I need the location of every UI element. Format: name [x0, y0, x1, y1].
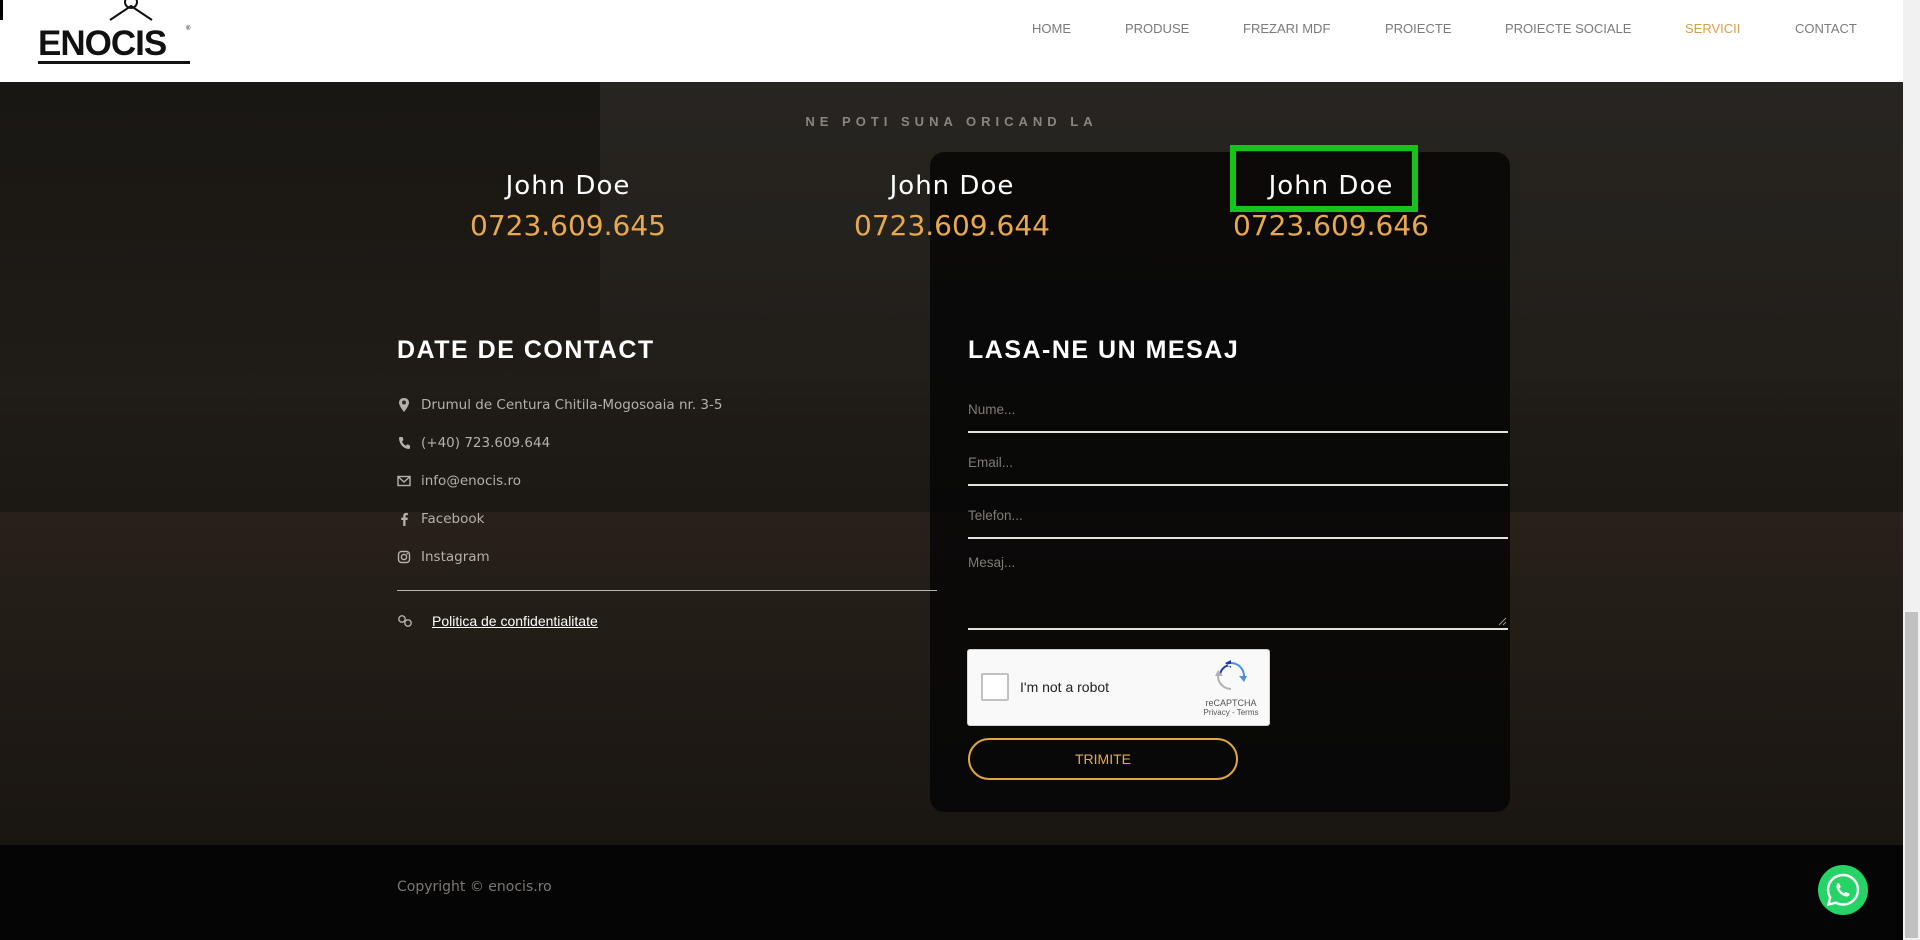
copyright-text: Copyright © enocis.ro	[397, 879, 552, 895]
phone-field[interactable]: Telefon...	[968, 508, 1508, 540]
phone-field-underline	[968, 537, 1508, 539]
envelope-icon	[397, 475, 411, 487]
message-placeholder: Mesaj...	[968, 555, 1016, 570]
contact-divider	[397, 590, 937, 591]
whatsapp-icon[interactable]	[1817, 864, 1869, 916]
instagram-icon	[397, 550, 411, 564]
form-section-title: LASA-NE UN MESAJ	[968, 336, 1240, 364]
name-field[interactable]: Nume...	[968, 402, 1508, 434]
phone-placeholder: Telefon...	[968, 508, 1023, 523]
nav-item-contact[interactable]: CONTACT	[1795, 21, 1857, 36]
email-field-underline	[968, 484, 1508, 486]
nav-item-proiecte-sociale[interactable]: PROIECTE SOCIALE	[1505, 21, 1631, 36]
contact-section-title: DATE DE CONTACT	[397, 336, 655, 364]
nav-item-proiecte[interactable]: PROIECTE	[1385, 21, 1451, 36]
main-nav: HOME PRODUSE FREZARI MDF PROIECTE PROIEC…	[0, 21, 1903, 41]
logo-underline	[38, 61, 190, 64]
recaptcha-brand-name: reCAPTCHA	[1205, 698, 1257, 708]
person-name: John Doe	[505, 171, 631, 201]
email-placeholder: Email...	[968, 455, 1014, 470]
phone-text[interactable]: (+40) 723.609.644	[421, 435, 550, 451]
recaptcha-checkbox[interactable]	[981, 673, 1009, 701]
site-footer: Copyright © enocis.ro	[0, 845, 1903, 940]
nav-item-frezari-mdf[interactable]: FREZARI MDF	[1243, 21, 1330, 36]
contact-person: John Doe 0723.609.645	[448, 168, 688, 248]
message-field-underline	[968, 628, 1508, 630]
recaptcha-logo-icon	[1215, 660, 1247, 690]
corner-mark	[0, 0, 3, 20]
name-placeholder: Nume...	[968, 402, 1016, 417]
instagram-link[interactable]: Instagram	[421, 549, 490, 565]
email-field[interactable]: Email...	[968, 455, 1508, 487]
map-pin-icon	[399, 398, 409, 412]
address-text: Drumul de Centura Chitila-Mogosoaia nr. …	[421, 397, 723, 413]
recaptcha-branding: reCAPTCHA Privacy - Terms	[1196, 660, 1266, 717]
resize-handle-icon[interactable]	[1498, 617, 1507, 626]
person-phone[interactable]: 0723.609.644	[832, 204, 1072, 248]
call-section-title: NE POTI SUNA ORICAND LA	[805, 114, 1098, 129]
privacy-policy-link[interactable]: Politica de confidentialitate	[432, 613, 598, 629]
person-phone[interactable]: 0723.609.645	[448, 204, 688, 248]
facebook-icon	[401, 512, 408, 526]
nav-item-produse[interactable]: PRODUSE	[1125, 21, 1189, 36]
scrollbar-thumb[interactable]	[1905, 612, 1918, 938]
logo-hanger-icon	[109, 0, 153, 21]
recaptcha-widget: I'm not a robot reCAPTCHA Privacy - Term…	[967, 649, 1270, 726]
person-name: John Doe	[889, 171, 1015, 201]
message-textarea[interactable]: Mesaj...	[968, 555, 1508, 631]
link-icon	[398, 615, 412, 627]
facebook-link[interactable]: Facebook	[421, 511, 484, 527]
recaptcha-privacy-terms[interactable]: Privacy - Terms	[1196, 708, 1266, 717]
phone-icon	[399, 437, 410, 449]
highlight-box	[1230, 145, 1418, 212]
site-header: ENOCIS ® HOME PRODUSE FREZARI MDF PROIEC…	[0, 0, 1903, 82]
nav-item-home[interactable]: HOME	[1032, 21, 1071, 36]
recaptcha-label: I'm not a robot	[1020, 679, 1110, 695]
email-text[interactable]: info@enocis.ro	[421, 473, 521, 489]
contact-person: John Doe 0723.609.644	[832, 168, 1072, 248]
nav-item-servicii[interactable]: SERVICII	[1685, 21, 1740, 36]
name-field-underline	[968, 431, 1508, 433]
submit-button[interactable]: TRIMITE	[968, 738, 1238, 780]
page-scrollbar[interactable]	[1903, 0, 1920, 940]
